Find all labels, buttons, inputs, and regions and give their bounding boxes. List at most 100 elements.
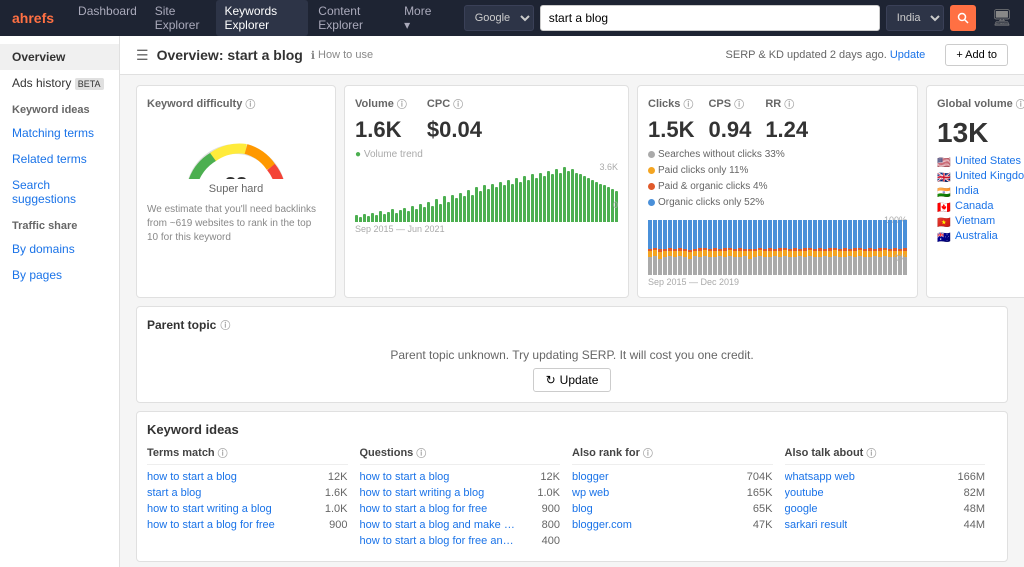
questions-link-2[interactable]: how to start a blog for free xyxy=(360,503,488,515)
list-item: how to start a blog for free and make 400 xyxy=(360,535,561,547)
sidebar-item-by-pages[interactable]: By pages xyxy=(0,262,119,288)
also-rank-val-2: 65K xyxy=(753,503,773,515)
nav-keywords-explorer[interactable]: Keywords Explorer xyxy=(216,0,308,36)
questions-info-icon[interactable]: ⓘ xyxy=(416,445,426,460)
also-rank-val-0: 704K xyxy=(747,471,773,483)
volume-chart-area: ● Volume trend 3.6K 0 Sep 2015 — Jun 202… xyxy=(355,149,618,234)
volume-value: 1.6K xyxy=(355,117,407,143)
question-icon: ℹ xyxy=(311,49,315,62)
clicks-chart-min: 0% xyxy=(894,253,907,263)
country-link-ca[interactable]: Canada xyxy=(955,200,1024,212)
country-link-uk[interactable]: United Kingdom xyxy=(955,170,1024,182)
also-rank-link-1[interactable]: wp web xyxy=(572,487,609,499)
flag-ca: 🇨🇦 xyxy=(937,201,951,211)
terms-match-link-3[interactable]: how to start a blog for free xyxy=(147,519,275,531)
terms-match-info-icon[interactable]: ⓘ xyxy=(218,445,228,460)
keyword-input[interactable] xyxy=(540,5,880,31)
keyword-ideas-title: Keyword ideas xyxy=(147,422,997,437)
list-item: wp web165K xyxy=(572,487,773,499)
terms-match-link-1[interactable]: start a blog xyxy=(147,487,201,499)
also-rank-link-3[interactable]: blogger.com xyxy=(572,519,632,531)
rr-info-icon[interactable]: ⓘ xyxy=(784,96,794,111)
flag-uk: 🇬🇧 xyxy=(937,171,951,181)
terms-match-val-2: 1.0K xyxy=(325,503,348,515)
terms-match-link-0[interactable]: how to start a blog xyxy=(147,471,237,483)
hamburger-icon[interactable]: ☰ xyxy=(136,47,149,64)
terms-match-val-3: 900 xyxy=(329,519,347,531)
country-link-us[interactable]: United States xyxy=(955,155,1024,167)
parent-topic-title: Parent topic ⓘ xyxy=(147,317,997,332)
clicks-date-range: Sep 2015 — Dec 2019 xyxy=(648,277,907,287)
also-rank-for-header: Also rank for ⓘ xyxy=(572,445,773,465)
global-volume-info-icon[interactable]: ⓘ xyxy=(1016,96,1024,111)
also-talk-link-0[interactable]: whatsapp web xyxy=(785,471,855,483)
nav-dashboard[interactable]: Dashboard xyxy=(70,0,145,36)
also-rank-for-column: Also rank for ⓘ blogger 704K wp web165K b… xyxy=(572,445,785,551)
terms-match-column: Terms match ⓘ how to start a blog12K sta… xyxy=(147,445,360,551)
cpc-card-title: CPC ⓘ xyxy=(427,96,482,111)
country-select[interactable]: India xyxy=(886,5,944,31)
cps-info-icon[interactable]: ⓘ xyxy=(734,96,744,111)
sidebar-section-traffic-share: Traffic share xyxy=(0,212,119,236)
add-to-button[interactable]: + Add to xyxy=(945,44,1008,66)
also-talk-link-3[interactable]: sarkari result xyxy=(785,519,848,531)
rr-card-title: RR ⓘ xyxy=(765,96,808,111)
kd-description: We estimate that you'll need backlinks f… xyxy=(147,203,325,245)
questions-link-4[interactable]: how to start a blog for free and make xyxy=(360,535,520,547)
sidebar-item-overview[interactable]: Overview xyxy=(0,44,119,70)
country-row-uk: 🇬🇧 United Kingdom 1.6K 12% xyxy=(937,170,1024,182)
clicks-legend: Searches without clicks 33% Paid clicks … xyxy=(648,147,907,211)
gauge-container: 88 Super hard xyxy=(147,119,325,195)
country-row-ca: 🇨🇦 Canada 500 3% xyxy=(937,200,1024,212)
sidebar-item-ads-history[interactable]: Ads history BETA xyxy=(0,70,119,96)
list-item: whatsapp web166M xyxy=(785,471,986,483)
cpc-info-icon[interactable]: ⓘ xyxy=(453,96,463,111)
serp-status: SERP & KD updated 2 days ago. Update xyxy=(726,49,926,61)
also-rank-link-0[interactable]: blogger xyxy=(572,471,609,483)
also-talk-val-3: 44M xyxy=(964,519,985,531)
country-row-in: 🇮🇳 India 1.6K 12% xyxy=(937,185,1024,197)
terms-match-link-2[interactable]: how to start writing a blog xyxy=(147,503,272,515)
country-link-in[interactable]: India xyxy=(955,185,1024,197)
also-talk-link-1[interactable]: youtube xyxy=(785,487,824,499)
sidebar-item-by-domains[interactable]: By domains xyxy=(0,236,119,262)
also-talk-info-icon[interactable]: ⓘ xyxy=(866,445,876,460)
clicks-stacked-chart xyxy=(648,215,907,275)
parent-topic-update-button[interactable]: ↻ Update xyxy=(533,368,612,392)
parent-topic-info-icon[interactable]: ⓘ xyxy=(220,317,230,332)
sidebar-item-search-suggestions[interactable]: Search suggestions xyxy=(0,172,119,212)
questions-val-4: 400 xyxy=(542,535,560,547)
kd-info-icon[interactable]: ⓘ xyxy=(245,96,255,111)
questions-val-0: 12K xyxy=(540,471,560,483)
also-rank-info-icon[interactable]: ⓘ xyxy=(643,445,653,460)
main-header: ☰ Overview: start a blog ℹ How to use SE… xyxy=(120,36,1024,75)
clicks-info-icon[interactable]: ⓘ xyxy=(683,96,693,111)
how-to-use-link[interactable]: ℹ How to use xyxy=(311,49,373,62)
nav-more[interactable]: More ▾ xyxy=(396,0,440,36)
also-rank-link-2[interactable]: blog xyxy=(572,503,593,515)
country-link-au[interactable]: Australia xyxy=(955,230,1024,242)
serp-update-link[interactable]: Update xyxy=(890,49,925,61)
volume-info-icon[interactable]: ⓘ xyxy=(397,96,407,111)
nav-links: Dashboard Site Explorer Keywords Explore… xyxy=(70,0,440,36)
sidebar-item-matching-terms[interactable]: Matching terms xyxy=(0,120,119,146)
questions-val-3: 800 xyxy=(542,519,560,531)
search-button[interactable] xyxy=(950,5,976,31)
volume-trend-label: ● Volume trend xyxy=(355,149,618,160)
country-link-vn[interactable]: Vietnam xyxy=(955,215,1024,227)
cps-value: 0.94 xyxy=(708,117,751,143)
engine-select[interactable]: Google xyxy=(464,5,534,31)
list-item: google48M xyxy=(785,503,986,515)
nav-site-explorer[interactable]: Site Explorer xyxy=(147,0,215,36)
global-volume-card: Global volume ⓘ 13K 🇺🇸 United States 5.8… xyxy=(926,85,1024,298)
questions-link-0[interactable]: how to start a blog xyxy=(360,471,450,483)
sidebar-item-related-terms[interactable]: Related terms xyxy=(0,146,119,172)
nav-content-explorer[interactable]: Content Explorer xyxy=(310,0,394,36)
country-row-au: 🇦🇺 Australia 300 2% xyxy=(937,230,1024,242)
monitor-icon: 🖥 xyxy=(992,10,1012,27)
terms-match-header: Terms match ⓘ xyxy=(147,445,348,465)
questions-link-1[interactable]: how to start writing a blog xyxy=(360,487,485,499)
questions-link-3[interactable]: how to start a blog and make money xyxy=(360,519,520,531)
parent-topic-section: Parent topic ⓘ Parent topic unknown. Try… xyxy=(136,306,1008,403)
also-talk-link-2[interactable]: google xyxy=(785,503,818,515)
